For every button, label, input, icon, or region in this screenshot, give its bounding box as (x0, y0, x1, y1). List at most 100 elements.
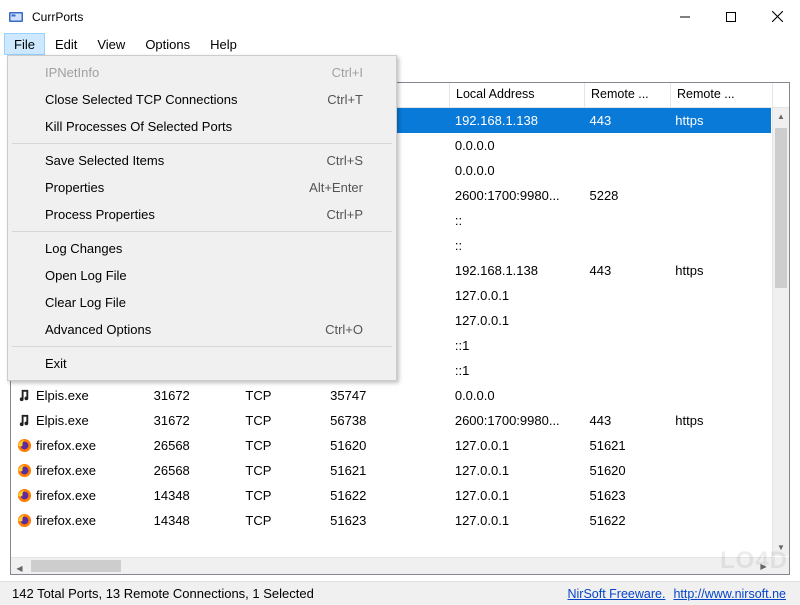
cell-local-address: :: (449, 213, 584, 228)
cell-local-port: 51623 (324, 513, 449, 528)
scroll-thumb-vertical[interactable] (775, 128, 787, 288)
cell-protocol: TCP (239, 438, 324, 453)
cell-remote-1: 51622 (583, 513, 669, 528)
menubar: File Edit View Options Help (0, 33, 800, 55)
horizontal-scrollbar[interactable]: ◀ ▶ (11, 557, 772, 574)
status-text: 142 Total Ports, 13 Remote Connections, … (12, 586, 314, 601)
cell-local-address: 127.0.0.1 (449, 488, 584, 503)
cell-process-name: Elpis.exe (11, 388, 148, 403)
file-menu-item[interactable]: Close Selected TCP ConnectionsCtrl+T (11, 86, 393, 113)
cell-remote-1: 443 (583, 263, 669, 278)
col-local-address[interactable]: Local Address (450, 83, 585, 107)
music-note-icon (17, 413, 32, 428)
cell-remote-2: https (669, 113, 771, 128)
status-link-vendor[interactable]: NirSoft Freeware. (567, 587, 665, 601)
scroll-down-icon[interactable]: ▼ (773, 539, 789, 556)
file-menu-item[interactable]: Exit (11, 350, 393, 377)
cell-remote-2: https (669, 413, 771, 428)
cell-protocol: TCP (239, 513, 324, 528)
titlebar: CurrPorts (0, 0, 800, 33)
menu-item-label: Log Changes (45, 241, 122, 256)
cell-process-id: 31672 (148, 388, 240, 403)
menu-item-label: Open Log File (45, 268, 127, 283)
menu-item-shortcut: Ctrl+P (327, 207, 363, 222)
table-row[interactable]: firefox.exe14348TCP51623127.0.0.151622 (11, 508, 771, 533)
menu-item-label: Advanced Options (45, 322, 151, 337)
menu-view-label: View (97, 37, 125, 52)
table-row[interactable]: Elpis.exe31672TCP357470.0.0.0 (11, 383, 771, 408)
cell-protocol: TCP (239, 488, 324, 503)
cell-local-port: 35747 (324, 388, 449, 403)
cell-remote-1: 443 (583, 413, 669, 428)
firefox-icon (17, 438, 32, 453)
menu-file[interactable]: File (4, 33, 45, 55)
cell-local-address: 0.0.0.0 (449, 388, 584, 403)
close-button[interactable] (754, 2, 800, 32)
table-row[interactable]: firefox.exe14348TCP51622127.0.0.151623 (11, 483, 771, 508)
file-menu-item[interactable]: Advanced OptionsCtrl+O (11, 316, 393, 343)
file-menu-item[interactable]: Save Selected Items Ctrl+S (11, 147, 393, 174)
col-remote-2[interactable]: Remote ... (671, 83, 773, 107)
cell-local-address: 127.0.0.1 (449, 438, 584, 453)
menu-separator (12, 346, 392, 347)
file-menu-item[interactable]: Kill Processes Of Selected Ports (11, 113, 393, 140)
menu-item-label: Kill Processes Of Selected Ports (45, 119, 232, 134)
cell-local-port: 51620 (324, 438, 449, 453)
file-menu-item[interactable]: Log Changes (11, 235, 393, 262)
menu-view[interactable]: View (87, 33, 135, 55)
cell-local-address: 2600:1700:9980... (449, 413, 584, 428)
table-row[interactable]: firefox.exe26568TCP51621127.0.0.151620 (11, 458, 771, 483)
cell-local-address: 127.0.0.1 (449, 513, 584, 528)
cell-remote-1: 51621 (583, 438, 669, 453)
cell-process-name: firefox.exe (11, 513, 148, 528)
menu-separator (12, 231, 392, 232)
menu-file-label: File (14, 37, 35, 52)
file-menu-item[interactable]: Open Log File (11, 262, 393, 289)
menu-item-label: Save Selected Items (45, 153, 164, 168)
cell-remote-1: 51620 (583, 463, 669, 478)
firefox-icon (17, 513, 32, 528)
file-menu-item[interactable]: Clear Log File (11, 289, 393, 316)
file-menu-item[interactable]: Process Properties Ctrl+P (11, 201, 393, 228)
cell-process-name: firefox.exe (11, 488, 148, 503)
statusbar: 142 Total Ports, 13 Remote Connections, … (0, 581, 800, 605)
cell-local-port: 51622 (324, 488, 449, 503)
firefox-icon (17, 488, 32, 503)
cell-process-id: 26568 (148, 463, 240, 478)
menu-options[interactable]: Options (135, 33, 200, 55)
scroll-left-icon[interactable]: ◀ (11, 560, 28, 575)
table-row[interactable]: Elpis.exe31672TCP567382600:1700:9980...4… (11, 408, 771, 433)
menu-item-shortcut: Ctrl+S (327, 153, 363, 168)
menu-help[interactable]: Help (200, 33, 247, 55)
cell-local-address: 127.0.0.1 (449, 313, 584, 328)
col-remote-1[interactable]: Remote ... (585, 83, 671, 107)
cell-remote-2: https (669, 263, 771, 278)
file-menu-item[interactable]: PropertiesAlt+Enter (11, 174, 393, 201)
menu-item-label: Process Properties (45, 207, 155, 222)
vertical-scrollbar[interactable]: ▲ ▼ (772, 108, 789, 556)
maximize-button[interactable] (708, 2, 754, 32)
file-menu-dropdown: IPNetInfoCtrl+IClose Selected TCP Connec… (7, 55, 397, 381)
file-menu-item: IPNetInfoCtrl+I (11, 59, 393, 86)
menu-item-label: Properties (45, 180, 104, 195)
menu-edit[interactable]: Edit (45, 33, 87, 55)
scroll-thumb-horizontal[interactable] (31, 560, 121, 572)
cell-remote-1: 443 (583, 113, 669, 128)
cell-local-port: 56738 (324, 413, 449, 428)
cell-local-address: 192.168.1.138 (449, 263, 584, 278)
firefox-icon (17, 463, 32, 478)
cell-process-id: 31672 (148, 413, 240, 428)
cell-process-id: 14348 (148, 513, 240, 528)
cell-local-port: 51621 (324, 463, 449, 478)
scroll-up-icon[interactable]: ▲ (773, 108, 789, 125)
table-row[interactable]: firefox.exe26568TCP51620127.0.0.151621 (11, 433, 771, 458)
cell-remote-1: 5228 (583, 188, 669, 203)
menu-edit-label: Edit (55, 37, 77, 52)
menu-item-label: Close Selected TCP Connections (45, 92, 237, 107)
minimize-button[interactable] (662, 2, 708, 32)
cell-process-name: firefox.exe (11, 438, 148, 453)
status-link-url[interactable]: http://www.nirsoft.ne (673, 587, 786, 601)
cell-local-address: :: (449, 238, 584, 253)
menu-item-label: Exit (45, 356, 67, 371)
scroll-right-icon[interactable]: ▶ (755, 558, 772, 575)
